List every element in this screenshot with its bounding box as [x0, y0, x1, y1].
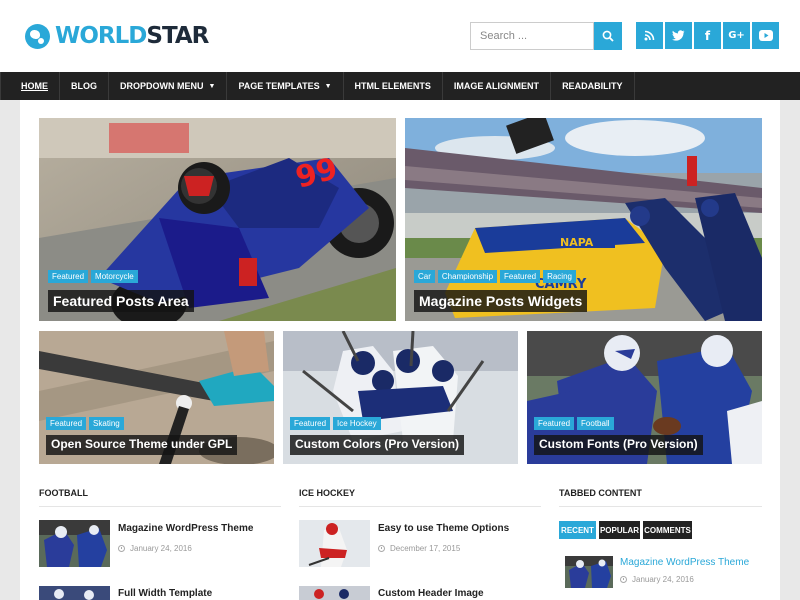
featured-post-skating[interactable]: Featured Skating Open Source Theme under… [39, 331, 274, 464]
clock-icon [118, 545, 125, 552]
nav-item-blog[interactable]: BLOG [60, 72, 109, 100]
nav-item-dropdown-menu[interactable]: DROPDOWN MENU ▼ [109, 72, 228, 100]
post-thumbnail[interactable] [39, 520, 110, 567]
featured-post-racing[interactable]: NAPA CAMRY Car Championship Featured Rac… [405, 118, 762, 321]
football-thumbnail-image [39, 586, 110, 600]
clock-icon [620, 576, 627, 583]
google-plus-button[interactable]: G+ [723, 22, 750, 49]
rss-icon [644, 30, 655, 41]
post-date-text: January 24, 2016 [632, 575, 694, 584]
main-navigation: HOME BLOG DROPDOWN MENU ▼ PAGE TEMPLATES ▼… [0, 72, 800, 100]
post-title-link[interactable]: Magazine WordPress Theme [118, 523, 253, 534]
tag-featured[interactable]: Featured [290, 417, 331, 430]
nav-label-blog: BLOG [71, 81, 97, 91]
post-date: January 24, 2016 [118, 544, 192, 553]
site-title-world: WORLD [55, 23, 147, 49]
nav-item-image-alignment[interactable]: IMAGE ALIGNMENT [443, 72, 552, 100]
youtube-button[interactable] [752, 22, 779, 49]
facebook-button[interactable]: f [694, 22, 721, 49]
section-heading-ice-hockey: ICE HOCKEY [299, 488, 356, 498]
google-plus-icon: G+ [728, 30, 745, 41]
tag-featured[interactable]: Featured [46, 417, 87, 430]
post-date: January 24, 2016 [620, 575, 694, 584]
tab-popular[interactable]: POPULAR [599, 521, 640, 539]
post-tags: Featured Ice Hockey [290, 417, 384, 430]
post-tags: Featured Motorcycle [48, 270, 141, 283]
tag-skating[interactable]: Skating [89, 417, 124, 430]
section-divider [299, 506, 541, 507]
nav-item-readability[interactable]: READABILITY [551, 72, 635, 100]
featured-post-football[interactable]: Featured Football Custom Fonts (Pro Vers… [527, 331, 762, 464]
nav-label-home: HOME [21, 81, 48, 91]
twitter-icon [672, 30, 685, 41]
nav-label-image-alignment: IMAGE ALIGNMENT [453, 81, 540, 91]
nav-item-html-elements[interactable]: HTML ELEMENTS [344, 72, 443, 100]
youtube-icon [758, 30, 773, 41]
post-title-link[interactable]: Full Width Template [118, 588, 212, 599]
section-heading-football: FOOTBALL [39, 488, 88, 498]
post-title[interactable]: Featured Posts Area [48, 290, 194, 313]
tag-championship[interactable]: Championship [437, 270, 498, 283]
tab-recent[interactable]: RECENT [559, 521, 596, 539]
football-thumbnail-image [565, 556, 613, 588]
post-date-text: December 17, 2015 [390, 544, 461, 553]
tag-featured[interactable]: Featured [534, 417, 575, 430]
post-thumbnail[interactable] [39, 586, 110, 600]
football-thumbnail-image [39, 520, 110, 567]
post-title[interactable]: Magazine Posts Widgets [414, 290, 588, 313]
post-title[interactable]: Custom Colors (Pro Version) [290, 435, 465, 455]
facebook-icon: f [704, 28, 711, 43]
post-title-link[interactable]: Easy to use Theme Options [378, 523, 509, 534]
tag-motorcycle[interactable]: Motorcycle [91, 270, 138, 283]
post-date-text: January 24, 2016 [130, 544, 192, 553]
nav-item-home[interactable]: HOME [0, 72, 60, 100]
featured-post-ice-hockey[interactable]: Featured Ice Hockey Custom Colors (Pro V… [283, 331, 518, 464]
clock-icon [378, 545, 385, 552]
post-thumbnail[interactable] [299, 586, 370, 600]
svg-text:NAPA: NAPA [560, 236, 594, 249]
tag-featured[interactable]: Featured [48, 270, 89, 283]
post-title-link[interactable]: Magazine WordPress Theme [620, 557, 749, 568]
tag-racing[interactable]: Racing [543, 270, 576, 283]
section-heading-tabbed-content: TABBED CONTENT [559, 488, 642, 498]
nav-label-readability: READABILITY [562, 81, 623, 91]
post-tags: Featured Skating [46, 417, 127, 430]
post-tags: Featured Football [534, 417, 617, 430]
search-button[interactable] [594, 22, 622, 50]
post-date: December 17, 2015 [378, 544, 460, 553]
ice-hockey-thumbnail-image [299, 586, 370, 600]
post-thumbnail[interactable] [565, 556, 613, 588]
nav-item-page-templates[interactable]: PAGE TEMPLATES ▼ [227, 72, 344, 100]
nav-label-page-templates: PAGE TEMPLATES [238, 81, 320, 91]
featured-post-motorcycle[interactable]: 99 Featured Motorcycle Featured Posts Ar… [39, 118, 396, 321]
post-title-link[interactable]: Custom Header Image [378, 588, 484, 599]
nav-label-dropdown-menu: DROPDOWN MENU [120, 81, 204, 91]
tag-featured[interactable]: Featured [500, 270, 541, 283]
chevron-down-icon: ▼ [208, 82, 216, 90]
globe-icon [25, 23, 50, 49]
section-divider [559, 506, 762, 507]
tag-ice-hockey[interactable]: Ice Hockey [333, 417, 381, 430]
section-divider [39, 506, 281, 507]
post-title[interactable]: Custom Fonts (Pro Version) [534, 435, 703, 455]
post-tags: Car Championship Featured Racing [414, 270, 579, 283]
chevron-down-icon: ▼ [324, 82, 332, 90]
twitter-button[interactable] [665, 22, 692, 49]
site-title: WORLDSTAR [55, 23, 209, 49]
site-header: WORLDSTAR f G+ [0, 0, 800, 72]
ice-hockey-thumbnail-image [299, 520, 370, 567]
tag-car[interactable]: Car [414, 270, 435, 283]
site-logo[interactable]: WORLDSTAR [25, 22, 209, 50]
tag-football[interactable]: Football [577, 417, 614, 430]
search-icon [602, 30, 614, 42]
post-thumbnail[interactable] [299, 520, 370, 567]
nav-label-html-elements: HTML ELEMENTS [354, 81, 431, 91]
post-title[interactable]: Open Source Theme under GPL [46, 435, 238, 455]
rss-button[interactable] [636, 22, 663, 49]
search-input[interactable] [470, 22, 594, 50]
tab-comments[interactable]: COMMENTS [643, 521, 692, 539]
site-title-star: STAR [146, 23, 209, 49]
